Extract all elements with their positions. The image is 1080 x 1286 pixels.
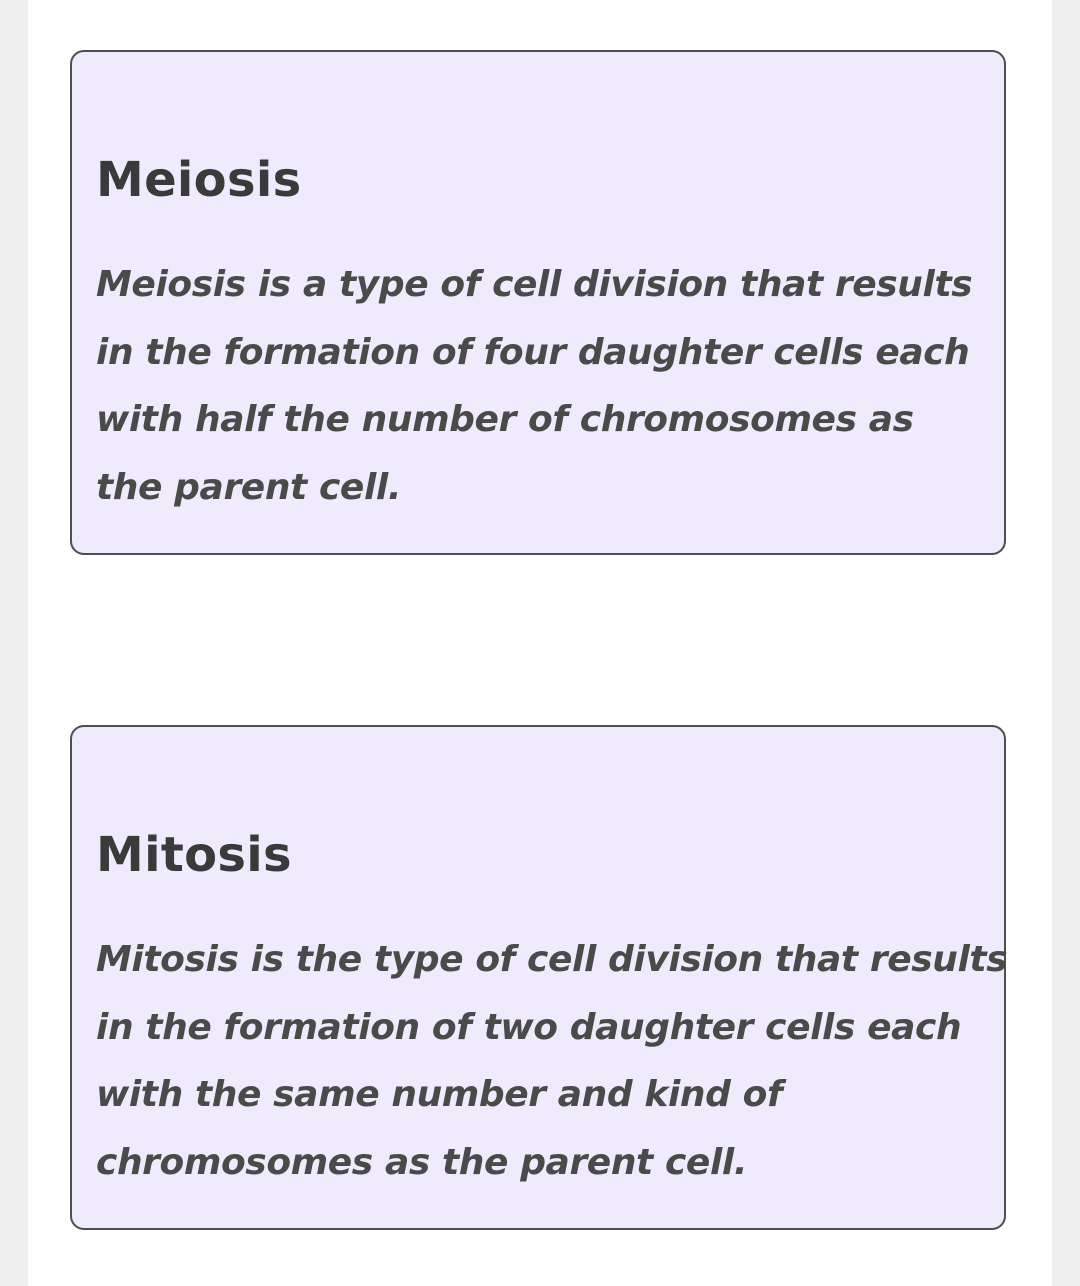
content-page: Meiosis Meiosis is a type of cell divisi… <box>28 0 1052 1286</box>
meiosis-definition: Meiosis is a type of cell division that … <box>96 251 996 521</box>
meiosis-card: Meiosis Meiosis is a type of cell divisi… <box>70 50 1006 555</box>
meiosis-definition-line: with half the number of chromosomes as <box>96 399 914 440</box>
mitosis-title: Mitosis <box>96 827 292 883</box>
mitosis-definition-line: with the same number and kind of <box>96 1074 783 1115</box>
mitosis-definition-line: chromosomes as the parent cell. <box>96 1141 748 1183</box>
meiosis-definition-line: Meiosis is a type of cell division that … <box>96 264 973 305</box>
mitosis-definition: Mitosis is the type of cell division tha… <box>96 926 1008 1196</box>
meiosis-definition-line: the parent cell. <box>96 466 402 508</box>
meiosis-title: Meiosis <box>96 152 302 208</box>
mitosis-definition-line: Mitosis is the type of cell division tha… <box>96 939 1008 980</box>
mitosis-definition-line: in the formation of two daughter cells e… <box>96 1006 962 1048</box>
meiosis-definition-line: in the formation of four daughter cells … <box>96 331 970 373</box>
mitosis-card: Mitosis Mitosis is the type of cell divi… <box>70 725 1008 1230</box>
